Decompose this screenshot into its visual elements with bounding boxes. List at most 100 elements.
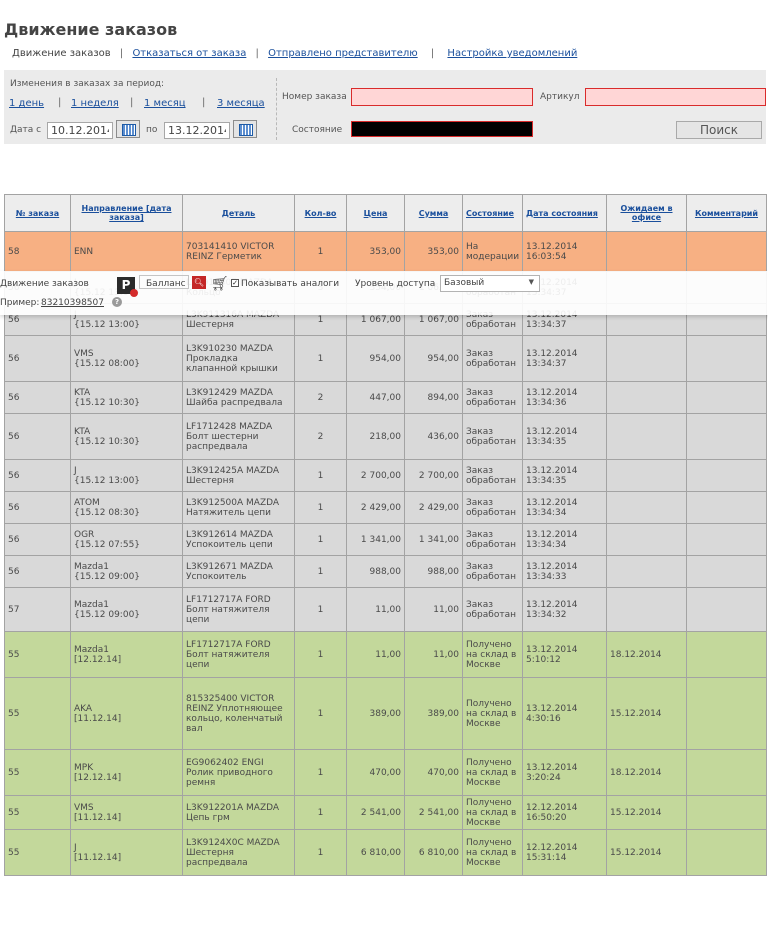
table-row: 56 KTA {15.12 10:30} L3K912429 MAZDA Шайба … — [4, 381, 767, 414]
date-to-input[interactable] — [164, 122, 230, 139]
tab-separator: | — [430, 48, 435, 59]
cell-expected — [606, 335, 687, 382]
state-time-text: 13:34:34 — [526, 507, 567, 518]
period-separator: | — [202, 97, 206, 108]
calendar-icon[interactable] — [233, 120, 257, 138]
cell-expected — [606, 381, 687, 414]
cell-price: 1 341,00 — [346, 523, 405, 556]
order-number-label: Номер заказа — [282, 92, 347, 102]
state-time-text: 13:34:37 — [526, 358, 567, 369]
cell-price: 2 541,00 — [346, 795, 405, 830]
cell-sum: 1 341,00 — [404, 523, 463, 556]
order-date-text: [12.12.14] — [74, 772, 122, 783]
period-1-week[interactable]: 1 неделя — [71, 98, 119, 109]
col-header-part[interactable]: Деталь — [182, 194, 295, 232]
cell-sum: 11,00 — [404, 631, 463, 678]
cell-sum: 436,00 — [404, 413, 463, 460]
col-header-qty[interactable]: Кол-во — [294, 194, 347, 232]
cell-sum: 954,00 — [404, 335, 463, 382]
cell-comment — [686, 587, 767, 632]
cell-sum: 2 700,00 — [404, 459, 463, 492]
order-date-text: {15.12 09:00} — [74, 609, 141, 620]
table-row: 57 Mazda1 {15.12 09:00} LF1712717A FORD Бол… — [4, 587, 767, 632]
col-header-comment[interactable]: Комментарий — [686, 194, 767, 232]
calendar-icon[interactable] — [116, 120, 140, 138]
state-date-text: 13.12.2014 — [526, 644, 578, 655]
logo-letter: P — [121, 278, 131, 292]
col-header-direction[interactable]: Направление [дата заказа] — [70, 194, 183, 232]
cell-order: 55 — [4, 795, 71, 830]
order-date-text: [12.12.14] — [74, 654, 122, 665]
state-time-text: 13:34:37 — [526, 319, 567, 330]
col-header-expected[interactable]: Ожидаем в офисе — [606, 194, 687, 232]
tab-cancel-order[interactable]: Отказаться от заказа — [132, 48, 246, 59]
table-row: 58 ENN 703141410 VICTOR REINZ Герметик 1 353… — [4, 231, 767, 272]
cell-qty: 1 — [294, 459, 347, 492]
filter-panel: Изменения в заказах за период: 1 день | … — [4, 70, 766, 144]
direction-text: VMS — [74, 802, 94, 813]
direction-text: Mazda1 — [74, 599, 109, 610]
cell-expected — [606, 459, 687, 492]
cell-comment — [686, 631, 767, 678]
cell-sum: 6 810,00 — [404, 829, 463, 876]
cell-part: L3K912425A MAZDA Шестерня — [182, 459, 295, 492]
cart-icon[interactable]: 🛒︎ — [211, 276, 233, 292]
state-time-text: 13:34:35 — [526, 436, 567, 447]
cell-direction: J{15.12 13:00} — [70, 459, 183, 492]
balance-field[interactable] — [139, 275, 189, 289]
col-header-order[interactable]: № заказа — [4, 194, 71, 232]
cell-part: L3K912429 MAZDA Шайба распредвала — [182, 381, 295, 414]
col-header-price[interactable]: Цена — [346, 194, 405, 232]
state-date-text: 13.12.2014 — [526, 241, 578, 252]
direction-text: KTA — [74, 387, 91, 398]
tab-notification-settings[interactable]: Настройка уведомлений — [447, 48, 577, 59]
help-icon[interactable]: ? — [112, 297, 122, 307]
filter-divider — [276, 78, 277, 140]
period-1-month[interactable]: 1 месяц — [144, 98, 186, 109]
cell-state-date: 13.12.2014 5:10:12 — [522, 631, 607, 678]
nav-tabs: Движение заказов | Отказаться от заказа … — [12, 48, 577, 59]
order-date-text: [11.12.14] — [74, 713, 122, 724]
col-header-state-date[interactable]: Дата состояния — [522, 194, 607, 232]
cell-price: 218,00 — [346, 413, 405, 460]
state-time-text: 13:34:34 — [526, 539, 567, 550]
cell-order: 56 — [4, 555, 71, 588]
col-header-sum[interactable]: Сумма — [404, 194, 463, 232]
state-select[interactable] — [351, 121, 533, 137]
cell-comment — [686, 677, 767, 750]
cell-part: LF1712717A FORD Болт натяжителя цепи — [182, 631, 295, 678]
cell-comment — [686, 335, 767, 382]
period-separator: | — [130, 97, 134, 108]
cell-qty: 1 — [294, 555, 347, 588]
search-button[interactable]: Поиск — [676, 121, 762, 139]
access-level-select[interactable]: Базовый ▼ — [440, 275, 540, 292]
cell-comment — [686, 523, 767, 556]
direction-text: OGR — [74, 529, 95, 540]
cell-state-date: 13.12.2014 13:34:34 — [522, 523, 607, 556]
date-from-input[interactable] — [47, 122, 113, 139]
state-time-text: 13:34:32 — [526, 609, 567, 620]
order-number-input[interactable] — [351, 88, 533, 106]
state-date-text: 13.12.2014 — [526, 703, 578, 714]
tab-separator: | — [255, 48, 259, 59]
article-input[interactable] — [585, 88, 766, 106]
cell-part: L3K910230 MAZDA Прокладка клапанной крыш… — [182, 335, 295, 382]
period-3-months[interactable]: 3 месяца — [217, 98, 265, 109]
cell-direction: ATOM {15.12 08:30} — [70, 491, 183, 524]
tab-order-movement[interactable]: Движение заказов — [12, 48, 111, 59]
cell-part: L3K912614 MAZDA Успокоитель цепи — [182, 523, 295, 556]
state-time-text: 13:34:33 — [526, 571, 567, 582]
search-icon[interactable]: 🔍︎ — [192, 276, 206, 289]
cell-expected: 18.12.2014 — [606, 749, 687, 796]
col-header-state[interactable]: Состояние — [462, 194, 523, 232]
analogs-checkbox[interactable]: ✓ — [231, 279, 239, 287]
access-level-value: Базовый — [444, 278, 485, 288]
p-logo-icon: P — [117, 277, 138, 297]
state-date-text: 13.12.2014 — [526, 387, 578, 398]
cell-qty: 1 — [294, 491, 347, 524]
example-value[interactable]: 83210398507 — [41, 298, 104, 308]
period-1-day[interactable]: 1 день — [9, 98, 44, 109]
tab-sent-to-representative[interactable]: Отправлено представителю — [268, 48, 418, 59]
table-row: 55 VMS [11.12.14] L3K912201A MAZDA Цепь грм… — [4, 795, 767, 830]
cell-qty: 2 — [294, 413, 347, 460]
